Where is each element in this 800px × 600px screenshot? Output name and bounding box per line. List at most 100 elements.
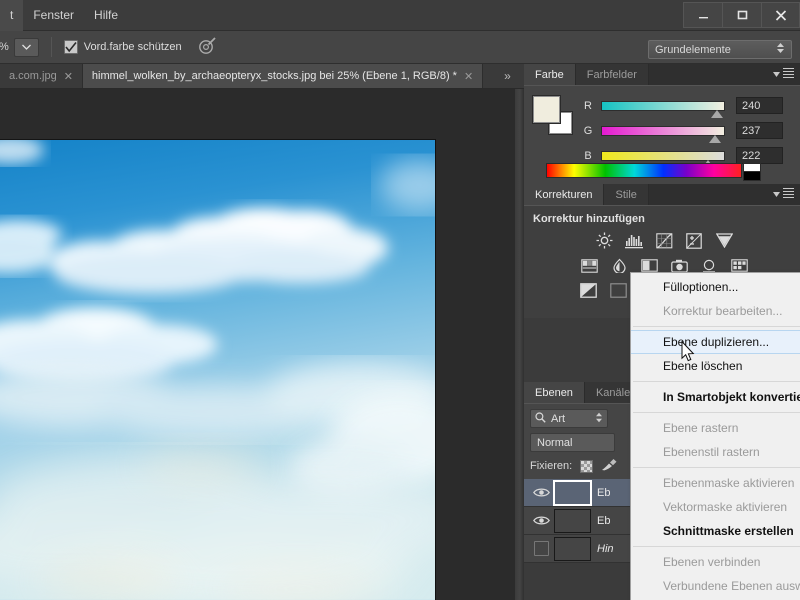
layer-filter-label: Art xyxy=(551,412,566,425)
invert-icon[interactable] xyxy=(579,282,598,299)
channel-value-g[interactable]: 237 xyxy=(736,122,783,139)
tab-farbfelder[interactable]: Farbfelder xyxy=(575,64,649,85)
panel-menu-icon[interactable] xyxy=(773,68,794,80)
lock-image-icon[interactable] xyxy=(601,458,618,474)
slider-thumb-g[interactable] xyxy=(709,134,722,143)
slider-track-g[interactable] xyxy=(601,125,725,143)
close-icon[interactable]: ✕ xyxy=(64,70,73,83)
spectrum-black-swatch[interactable] xyxy=(743,172,761,181)
document-tab-1[interactable]: himmel_wolken_by_archaeopteryx_stocks.jp… xyxy=(82,64,484,88)
layer-thumbnail[interactable] xyxy=(554,508,591,533)
foreground-color-swatch[interactable] xyxy=(532,95,561,124)
close-icon[interactable] xyxy=(761,2,800,28)
color-panel: Farbe Farbfelder R 240 G 237 B 222 xyxy=(524,64,800,184)
tab-korrekturen[interactable]: Korrekturen xyxy=(524,184,605,205)
tab-stile[interactable]: Stile xyxy=(604,184,649,205)
color-balance-icon[interactable] xyxy=(610,257,629,274)
layer-thumbnail[interactable] xyxy=(553,479,592,506)
color-spectrum-ramp[interactable] xyxy=(546,163,761,181)
check-icon[interactable] xyxy=(63,40,78,54)
slider-track-b[interactable] xyxy=(601,150,725,168)
stepper-updown-icon[interactable] xyxy=(595,412,603,426)
channel-label-r: R xyxy=(584,99,592,112)
context-menu-item-ebene-rastern: Ebene rastern xyxy=(663,421,739,435)
vibrance-icon[interactable] xyxy=(715,232,734,249)
lock-label: Fixieren: xyxy=(530,460,573,472)
protect-foreground-label: Vord.farbe schützen xyxy=(83,41,182,53)
corrections-heading: Korrektur hinzufügen xyxy=(533,213,645,225)
maximize-icon[interactable] xyxy=(722,2,761,28)
document-tab-1-label: himmel_wolken_by_archaeopteryx_stocks.jp… xyxy=(91,70,457,82)
document-window[interactable] xyxy=(0,139,436,600)
spectrum-white-black-swatches[interactable] xyxy=(743,163,761,181)
toolbar-divider xyxy=(50,37,52,57)
menu-item-hilfe[interactable]: Hilfe xyxy=(84,0,128,31)
menu-item-fenster[interactable]: Fenster xyxy=(23,0,84,31)
menu-bar: t Fenster Hilfe xyxy=(0,0,800,31)
eye-hidden-icon[interactable] xyxy=(528,541,554,556)
opacity-percent-group: % xyxy=(0,37,39,57)
tab-overflow-icon[interactable]: » xyxy=(490,64,524,88)
protect-foreground-checkbox-row[interactable]: Vord.farbe schützen xyxy=(63,40,182,54)
minimize-icon[interactable] xyxy=(683,2,722,28)
context-menu-separator xyxy=(633,412,800,413)
channel-label-b: B xyxy=(584,149,592,162)
context-menu-item-ebenen-verbinden: Ebenen verbinden xyxy=(663,555,761,569)
document-tab-0[interactable]: a.com.jpg ✕ xyxy=(0,64,83,88)
color-swatches[interactable] xyxy=(532,95,573,135)
eye-icon[interactable] xyxy=(528,515,554,526)
color-slider-g: G 237 xyxy=(580,118,792,143)
context-menu-item-schnittmaske-erstellen[interactable]: Schnittmaske erstellen xyxy=(631,519,800,543)
layer-name: Eb xyxy=(597,514,611,527)
hue-saturation-icon[interactable] xyxy=(580,257,599,274)
corrections-panel-tabs: Korrekturen Stile xyxy=(524,184,800,206)
layer-filter-dropdown[interactable]: Art xyxy=(530,409,608,428)
workspace-selector[interactable]: Grundelemente xyxy=(648,40,792,59)
panel-menu-icon[interactable] xyxy=(773,188,794,200)
lock-transparency-icon[interactable] xyxy=(580,459,594,473)
channel-label-g: G xyxy=(583,124,593,137)
curves-icon[interactable] xyxy=(655,232,674,249)
document-tab-0-label: a.com.jpg xyxy=(9,70,57,82)
layer-context-menu: Fülloptionen... Korrektur bearbeiten... … xyxy=(630,272,800,600)
channel-value-r[interactable]: 240 xyxy=(736,97,783,114)
context-menu-item-in-smartobjekt-konvertieren[interactable]: In Smartobjekt konvertieren xyxy=(631,385,800,409)
tab-farbe[interactable]: Farbe xyxy=(524,64,576,85)
search-icon xyxy=(535,411,546,426)
context-menu-item-fulloptionen[interactable]: Fülloptionen... xyxy=(631,275,800,299)
menu-item-list: t Fenster Hilfe xyxy=(0,0,128,31)
sky-with-clouds xyxy=(0,140,435,600)
layer-thumbnail[interactable] xyxy=(554,536,591,561)
window-controls xyxy=(683,0,800,31)
layer-name: Eb xyxy=(597,486,611,499)
workspace-label: Grundelemente xyxy=(655,43,731,56)
panel-divider[interactable] xyxy=(515,89,524,600)
context-menu-item-ebene-loeschen[interactable]: Ebene löschen xyxy=(631,354,800,378)
tab-ebenen[interactable]: Ebenen xyxy=(524,382,585,403)
percent-label: % xyxy=(0,41,12,53)
eye-icon[interactable] xyxy=(528,487,554,498)
close-icon[interactable]: ✕ xyxy=(464,70,473,83)
context-menu-separator xyxy=(633,467,800,468)
slider-track-r[interactable] xyxy=(601,100,725,118)
airbrush-icon[interactable] xyxy=(198,36,217,58)
color-slider-r: R 240 xyxy=(580,93,792,118)
levels-icon[interactable] xyxy=(625,232,644,249)
context-menu-item-ebene-duplizieren[interactable]: Ebene duplizieren... xyxy=(631,330,800,354)
spectrum-white-swatch[interactable] xyxy=(743,163,761,172)
exposure-icon[interactable] xyxy=(685,232,704,249)
blend-mode-dropdown[interactable]: Normal xyxy=(530,433,615,452)
channel-value-b[interactable]: 222 xyxy=(736,147,783,164)
brightness-contrast-icon[interactable] xyxy=(595,232,614,249)
chevron-down-icon[interactable] xyxy=(13,37,39,57)
blend-mode-label: Normal xyxy=(537,436,573,449)
context-menu-separator xyxy=(633,326,800,327)
posterize-icon[interactable] xyxy=(609,282,628,299)
slider-thumb-r[interactable] xyxy=(710,109,723,118)
context-menu-item-verbundene-ebenen-auswaehlen: Verbundene Ebenen auswählen xyxy=(663,579,800,593)
canvas-area xyxy=(0,89,524,600)
menu-item-0[interactable]: t xyxy=(0,0,24,31)
context-menu-item-ebenenmaske-aktivieren: Ebenenmaske aktivieren xyxy=(663,476,795,490)
corrections-icon-row-1 xyxy=(533,232,791,249)
stepper-updown-icon[interactable] xyxy=(776,42,785,57)
